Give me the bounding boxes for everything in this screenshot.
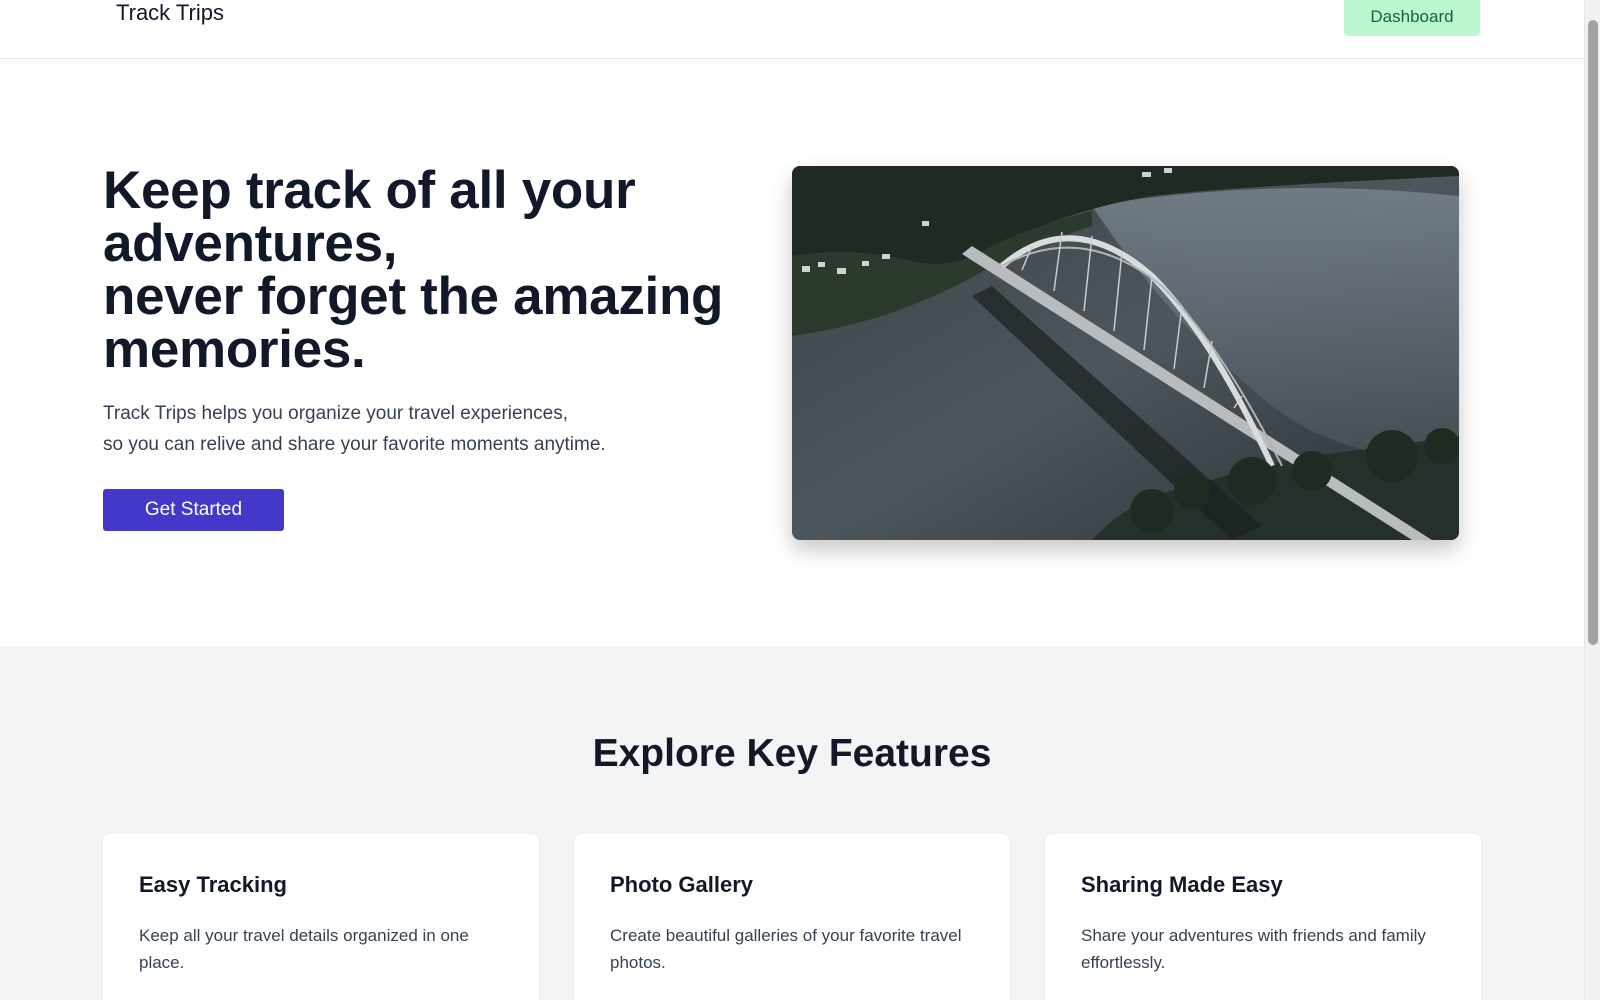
hero-subtitle: Track Trips helps you organize your trav… bbox=[103, 398, 723, 460]
feature-card-easy-tracking: Easy Tracking Keep all your travel detai… bbox=[103, 834, 539, 1000]
feature-card-title: Photo Gallery bbox=[610, 872, 754, 897]
page-scrollbar[interactable] bbox=[1584, 0, 1600, 1000]
feature-card-text: Share your adventures with friends and f… bbox=[1081, 926, 1426, 972]
feature-card-text: Keep all your travel details organized i… bbox=[139, 926, 469, 972]
get-started-button[interactable]: Get Started bbox=[103, 489, 284, 531]
dashboard-button[interactable]: Dashboard bbox=[1344, 0, 1480, 36]
bridge-photo-illustration bbox=[792, 166, 1459, 540]
hero-title: Keep track of all your adventures, never… bbox=[103, 164, 783, 376]
top-navbar: Track Trips Dashboard bbox=[0, 0, 1584, 59]
brand-logo-text[interactable]: Track Trips bbox=[116, 0, 224, 26]
scrollbar-thumb[interactable] bbox=[1588, 20, 1598, 645]
features-section: Explore Key Features Easy Tracking Keep … bbox=[0, 646, 1584, 1000]
hero-subtitle-line: so you can relive and share your favorit… bbox=[103, 434, 606, 455]
feature-card-title: Sharing Made Easy bbox=[1081, 872, 1283, 897]
page: Track Trips Dashboard Keep track of all … bbox=[0, 0, 1584, 1000]
hero-image bbox=[792, 166, 1459, 540]
hero-title-line: adventures, bbox=[103, 214, 398, 273]
hero-subtitle-line: Track Trips helps you organize your trav… bbox=[103, 403, 569, 424]
feature-card-text: Create beautiful galleries of your favor… bbox=[610, 926, 962, 972]
hero-title-line: memories. bbox=[103, 320, 366, 379]
feature-card-title: Easy Tracking bbox=[139, 872, 287, 897]
feature-card-photo-gallery: Photo Gallery Create beautiful galleries… bbox=[574, 834, 1010, 1000]
feature-card-sharing: Sharing Made Easy Share your adventures … bbox=[1045, 834, 1481, 1000]
hero-title-line: Keep track of all your bbox=[103, 161, 636, 220]
features-title: Explore Key Features bbox=[592, 732, 992, 775]
hero-title-line: never forget the amazing bbox=[103, 267, 724, 326]
